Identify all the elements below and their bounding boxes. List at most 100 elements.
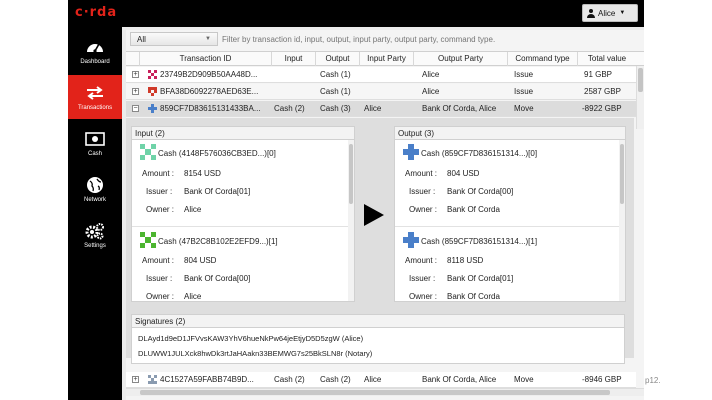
owner-label: Owner :	[409, 292, 438, 301]
sidebar-item-cash[interactable]: Cash	[68, 121, 122, 165]
input-state[interactable]: Cash (47B2C8B102E2EFD9...)[1] Amount : 8…	[132, 228, 354, 301]
owner-value: Alice	[184, 292, 202, 301]
signatures-title: Signatures (2)	[131, 314, 625, 328]
corda-explorer-window: c·rda Alice ▼ Dashboard Transactions Cas…	[68, 0, 644, 400]
table-row[interactable]: + BFA38D6092278AED63E... Cash (1) Alice …	[126, 84, 636, 100]
column-header-output[interactable]: Output	[316, 52, 360, 66]
sidebar-item-label: Cash	[87, 150, 102, 157]
output-panel-title: Output (3)	[394, 126, 626, 140]
signatures-panel: DLAyd1d9eD1JFVvsKAW3YhV6hueNkPw64jeEtjyD…	[131, 328, 625, 364]
identicon-icon	[140, 232, 156, 248]
sidebar-item-network[interactable]: Network	[68, 167, 122, 211]
sidebar-item-label: Transactions	[77, 104, 113, 111]
page-indicator: p12.	[645, 376, 661, 385]
identicon-icon	[148, 375, 157, 384]
input-panel-scrollbar[interactable]	[348, 140, 354, 301]
cell-output: Cash (2)	[320, 375, 351, 384]
cell-command-type: Move	[514, 104, 534, 113]
cell-input	[276, 84, 316, 99]
cell-transaction-id: 4C1527A59FABB74B9D...	[160, 375, 254, 384]
cell-output: Cash (1)	[320, 87, 351, 96]
filter-select[interactable]: All ▼	[130, 32, 218, 46]
owner-label: Owner :	[146, 292, 175, 301]
signature-line: DLAyd1d9eD1JFVvsKAW3YhV6hueNkPw64jeEtjyD…	[138, 334, 364, 343]
divider	[132, 226, 354, 227]
owner-label: Owner :	[409, 205, 438, 214]
identicon-icon	[148, 70, 157, 79]
sidebar-item-label: Dashboard	[80, 58, 110, 65]
cell-transaction-id: 23749B2D909B50AA48D...	[160, 70, 258, 79]
table-scrollbar[interactable]	[636, 66, 644, 129]
gears-icon	[85, 222, 104, 239]
sidebar-item-transactions[interactable]: Transactions	[68, 75, 122, 119]
cell-transaction-id: 859CF7D83615131433BA...	[160, 104, 261, 113]
output-panel-scrollbar[interactable]	[619, 140, 625, 301]
cell-total-value: 91 GBP	[584, 70, 613, 79]
cell-output-party: Alice	[422, 70, 440, 79]
column-header-input[interactable]: Input	[272, 52, 316, 66]
cell-output-party: Bank Of Corda, Alice	[422, 104, 497, 113]
output-state[interactable]: Cash (859CF7D836151314...)[1] Amount : 8…	[395, 228, 625, 301]
scroll-thumb[interactable]	[638, 68, 643, 92]
table-row[interactable]: + 4C1527A59FABB74B9D... Cash (2) Cash (2…	[126, 372, 636, 388]
identicon-icon	[140, 144, 156, 160]
transaction-detail: Input (2) Cash (4148F576036CB3ED...)[0] …	[126, 118, 634, 364]
scroll-thumb[interactable]	[620, 144, 624, 204]
cell-input-party	[364, 84, 414, 99]
column-header-output-party[interactable]: Output Party	[414, 52, 508, 66]
owner-value: Bank Of Corda	[447, 292, 500, 301]
column-header-total-value[interactable]: Total value	[578, 52, 636, 66]
amount-value: 8118 USD	[447, 256, 484, 265]
issuer-value: Bank Of Corda[01]	[447, 274, 514, 283]
chevron-down-icon: ▼	[205, 36, 211, 42]
amount-value: 804 USD	[447, 169, 480, 178]
owner-value: Bank Of Corda	[447, 205, 500, 214]
owner-value: Alice	[184, 205, 202, 214]
cell-total-value: -8946 GBP	[582, 375, 622, 384]
scroll-thumb[interactable]	[140, 390, 610, 395]
sidebar-item-dashboard[interactable]: Dashboard	[68, 29, 122, 73]
user-menu-button[interactable]: Alice ▼	[582, 4, 638, 22]
column-header-id[interactable]: Transaction ID	[140, 52, 272, 66]
identicon-icon	[403, 144, 419, 160]
identicon-icon	[403, 232, 419, 248]
filter-select-value: All	[137, 34, 146, 44]
top-bar: c·rda Alice ▼	[68, 0, 644, 27]
state-title: Cash (4148F576036CB3ED...)[0]	[158, 149, 276, 158]
cell-total-value: 2587 GBP	[584, 87, 621, 96]
expand-toggle[interactable]: +	[132, 71, 139, 78]
cell-transaction-id: BFA38D6092278AED63E...	[160, 87, 259, 96]
horizontal-scrollbar[interactable]	[126, 388, 644, 396]
sidebar: Dashboard Transactions Cash Network Sett…	[68, 27, 122, 400]
collapse-toggle[interactable]: −	[132, 105, 139, 112]
cell-output-party: Bank Of Corda, Alice	[422, 375, 497, 384]
cell-output-party: Alice	[422, 87, 440, 96]
filter-input[interactable]	[222, 32, 642, 46]
globe-icon	[87, 176, 103, 193]
signature-line: DLUWW1JULXck8hwDk3rtJaHAakn33BEMWG7s25Bk…	[138, 349, 373, 358]
issuer-value: Bank Of Corda[00]	[447, 187, 514, 196]
expand-toggle[interactable]: +	[132, 376, 139, 383]
chevron-down-icon: ▼	[619, 10, 626, 16]
cell-total-value: -8922 GBP	[582, 104, 622, 113]
table-row-selected[interactable]: − 859CF7D83615131433BA... Cash (2) Cash …	[126, 101, 636, 117]
issuer-label: Issuer :	[146, 187, 173, 196]
column-header-command-type[interactable]: Command type	[508, 52, 578, 66]
table-row[interactable]: + 23749B2D909B50AA48D... Cash (1) Alice …	[126, 67, 636, 83]
state-title: Cash (47B2C8B102E2EFD9...)[1]	[158, 237, 278, 246]
banknote-icon	[85, 131, 105, 146]
issuer-label: Issuer :	[146, 274, 173, 283]
cell-command-type: Issue	[514, 87, 534, 96]
expand-toggle[interactable]: +	[132, 88, 139, 95]
cell-output: Cash (3)	[320, 104, 351, 113]
gauge-icon	[87, 43, 103, 53]
state-title: Cash (859CF7D836151314...)[1]	[421, 237, 538, 246]
input-state[interactable]: Cash (4148F576036CB3ED...)[0] Amount : 8…	[132, 140, 354, 226]
cell-input: Cash (2)	[274, 104, 305, 113]
output-state[interactable]: Cash (859CF7D836151314...)[0] Amount : 8…	[395, 140, 625, 226]
amount-label: Amount :	[142, 256, 175, 265]
corda-logo: c·rda	[75, 5, 118, 20]
column-header-input-party[interactable]: Input Party	[360, 52, 414, 66]
scroll-thumb[interactable]	[349, 144, 353, 204]
sidebar-item-settings[interactable]: Settings	[68, 213, 122, 257]
